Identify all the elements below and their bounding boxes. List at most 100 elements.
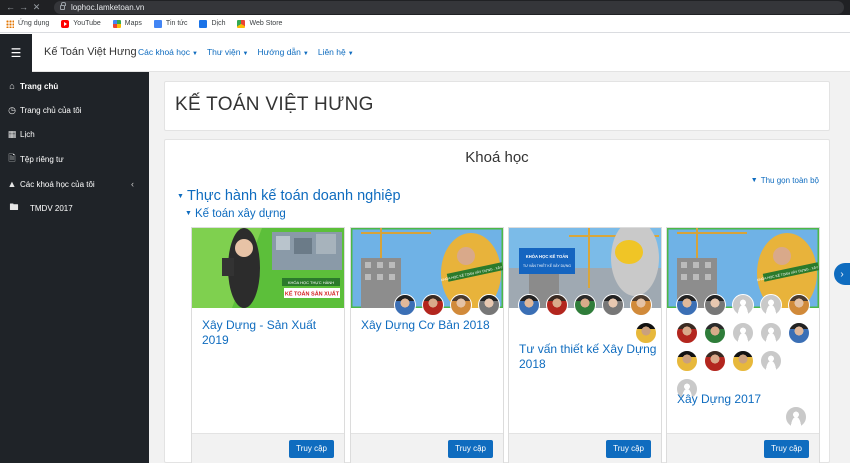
course-image[interactable]: KHÓA HỌC THỰC HÀNH KẾ TOÁN SẢN XUẤT (192, 228, 344, 308)
avatar[interactable] (574, 294, 596, 316)
avatar[interactable] (602, 294, 624, 316)
menu-toggle-button[interactable]: ☰ (0, 34, 32, 72)
avatar[interactable] (732, 322, 754, 344)
avatar[interactable] (760, 294, 782, 316)
course-footer: Truy cập (192, 433, 344, 463)
subcategory-link[interactable]: ▼ Kế toán xây dựng (185, 208, 286, 220)
caret-down-icon: ▼ (242, 51, 249, 57)
drawer-toggle-button[interactable]: › (834, 263, 850, 285)
home-icon: ⌂ (9, 81, 15, 91)
lock-icon (60, 2, 66, 10)
avatar[interactable] (676, 322, 698, 344)
sidebar-item-home[interactable]: ⌂ Trang chủ (7, 81, 58, 91)
close-icon[interactable]: ✕ (30, 0, 43, 15)
back-icon[interactable]: ← (4, 0, 17, 15)
avatar[interactable] (546, 294, 568, 316)
hamburger-icon: ☰ (10, 46, 22, 60)
banner-subtitle: KHÓA HỌC THỰC HÀNH (288, 280, 334, 285)
caret-down-icon: ▼ (177, 192, 184, 200)
graduation-cap-icon: ▲ (7, 179, 17, 189)
avatar[interactable] (635, 322, 657, 344)
sidebar-item-my-courses[interactable]: ▲ Các khoá học của tôi (7, 179, 95, 189)
course-footer: Truy cập (351, 433, 503, 463)
avatar[interactable] (518, 294, 540, 316)
file-icon: 🗎 (8, 153, 16, 163)
section-title: Khoá học (465, 149, 529, 166)
course-title[interactable]: Xây Dựng Cơ Bản 2018 (361, 318, 490, 333)
folder-icon: 🖿 (9, 202, 19, 212)
webstore-icon (237, 19, 246, 28)
bookmark-translate[interactable]: Dịch (199, 19, 225, 28)
caret-down-icon: ▼ (750, 177, 758, 185)
sidebar-item-private-files[interactable]: 🗎 Tệp riêng tư (7, 153, 63, 164)
access-button[interactable]: Truy cập (606, 440, 651, 458)
caret-down-icon: ▼ (347, 51, 354, 57)
main-region: KẾ TOÁN VIỆT HƯNG Khoá học ▼ Thu gọn toàn… (149, 72, 850, 463)
avatar[interactable] (732, 294, 754, 316)
site-brand[interactable]: Kế Toán Việt Hưng (44, 46, 137, 58)
browser-toolbar: ← → ✕ lophoc.lamketoan.vn (0, 0, 850, 15)
avatar[interactable] (450, 294, 472, 316)
dashboard-icon: ◷ (8, 104, 16, 115)
access-button[interactable]: Truy cập (289, 440, 334, 458)
chevron-right-icon: › (840, 268, 844, 280)
banner-title: KHÓA HỌC KẾ TOÁN (526, 254, 569, 259)
course-card[interactable]: KHÓA HỌC KẾ TOÁN XÂY DỰNG - XÂY LẮP Xây … (350, 227, 504, 463)
teacher-avatars (673, 294, 823, 434)
caret-down-icon: ▼ (302, 51, 309, 57)
sidebar-item-tmdv-2017[interactable]: 🖿 TMDV 2017 (9, 202, 72, 213)
caret-down-icon: ▼ (191, 51, 198, 57)
youtube-icon (61, 19, 70, 28)
course-title[interactable]: Xây Dựng 2017 (677, 392, 761, 407)
course-card[interactable]: KHÓA HỌC KẾ TOÁN TƯ VẤN THIẾT KẾ XÂY DỰN… (508, 227, 662, 463)
main-menu: Các khoá học ▼ Thư viện ▼ Hướng dẫn ▼ Liên … (138, 47, 363, 57)
bookmark-maps[interactable]: Maps (112, 19, 142, 28)
bookmark-apps[interactable]: Ứng dụng (6, 19, 49, 28)
chevron-left-icon[interactable]: ‹ (131, 179, 134, 189)
bookmarks-bar: Ứng dụng YouTube Maps Tin tức Dịch Web S… (0, 15, 850, 33)
avatar[interactable] (704, 322, 726, 344)
avatar[interactable] (394, 294, 416, 316)
bookmark-news[interactable]: Tin tức (153, 19, 187, 28)
caret-down-icon: ▼ (185, 210, 192, 218)
avatar[interactable] (732, 350, 754, 372)
site-navbar: ☰ Kế Toán Việt Hưng Các khoá học ▼ Thư vi… (0, 34, 850, 72)
avatar[interactable] (760, 350, 782, 372)
avatar[interactable] (788, 294, 810, 316)
avatar[interactable] (785, 406, 807, 428)
apps-icon (6, 19, 14, 28)
avatar[interactable] (704, 350, 726, 372)
access-button[interactable]: Truy cập (764, 440, 809, 458)
maps-icon (112, 19, 121, 28)
menu-library[interactable]: Thư viện ▼ (207, 47, 249, 57)
course-card[interactable]: KHÓA HỌC THỰC HÀNH KẾ TOÁN SẢN XUẤT Xây … (191, 227, 345, 463)
menu-contact[interactable]: Liên hệ ▼ (318, 47, 354, 57)
address-bar[interactable]: lophoc.lamketoan.vn (54, 1, 844, 14)
page-header: KẾ TOÁN VIỆT HƯNG (164, 81, 830, 131)
access-button[interactable]: Truy cập (448, 440, 493, 458)
category-link[interactable]: ▼ Thực hành kế toán doanh nghiệp (177, 188, 401, 204)
bookmark-webstore[interactable]: Web Store (237, 19, 282, 28)
course-title[interactable]: Xây Dựng - Sản Xuất 2019 (202, 318, 344, 348)
avatar[interactable] (704, 294, 726, 316)
banner-title: KẾ TOÁN SẢN XUẤT (285, 291, 340, 298)
avatar[interactable] (630, 294, 652, 316)
course-title[interactable]: Tư vấn thiết kế Xây Dựng 2018 (519, 342, 661, 372)
course-footer: Truy cập (509, 433, 661, 463)
courses-card: Khoá học ▼ Thu gọn toàn bộ ▼ Thực hành kế … (164, 139, 830, 463)
avatar[interactable] (422, 294, 444, 316)
bookmark-youtube[interactable]: YouTube (61, 19, 101, 28)
avatar[interactable] (788, 322, 810, 344)
avatar[interactable] (478, 294, 500, 316)
sidebar-item-dashboard[interactable]: ◷ Trang chủ của tôi (7, 104, 81, 115)
sidebar-item-calendar[interactable]: ▦ Lịch (7, 129, 35, 139)
avatar[interactable] (676, 294, 698, 316)
menu-guide[interactable]: Hướng dẫn ▼ (257, 47, 308, 57)
avatar[interactable] (676, 350, 698, 372)
forward-icon[interactable]: → (17, 0, 30, 15)
collapse-all-link[interactable]: ▼ Thu gọn toàn bộ (751, 176, 819, 185)
avatar[interactable] (760, 322, 782, 344)
course-footer: Truy cập (667, 433, 819, 463)
course-card[interactable]: KHÓA HỌC KẾ TOÁN XÂY DỰNG - XÂY LẮP Xây … (666, 227, 820, 463)
menu-courses[interactable]: Các khoá học ▼ (138, 47, 198, 57)
